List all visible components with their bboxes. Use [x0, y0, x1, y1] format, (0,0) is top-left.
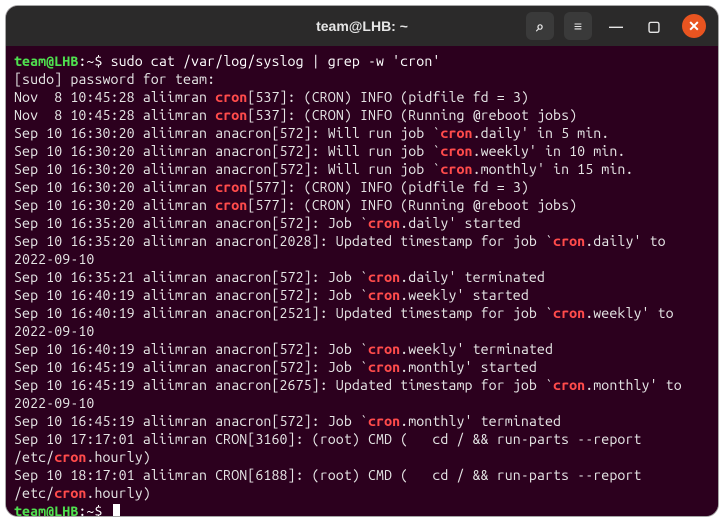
log-text: .hourly) — [86, 449, 150, 465]
log-text: Sep 10 16:30:20 aliimran anacron[572]: W… — [14, 143, 440, 159]
log-text: .weekly' terminated — [400, 341, 553, 357]
maximize-icon[interactable]: ▢ — [640, 12, 668, 40]
log-text: .daily' terminated — [400, 269, 545, 285]
prompt-userhost: team@LHB — [14, 53, 78, 69]
match-highlight: cron — [215, 89, 247, 105]
log-text: Sep 10 16:30:20 aliimran anacron[572]: W… — [14, 161, 440, 177]
log-text: Sep 10 16:40:19 aliimran anacron[572]: J… — [14, 287, 368, 303]
window-title: team@LHB: ~ — [316, 18, 408, 34]
log-text: .monthly' terminated — [400, 413, 561, 429]
prompt-dollar: $ — [94, 503, 110, 516]
log-text: Sep 10 16:45:19 aliimran anacron[572]: J… — [14, 359, 368, 375]
terminal-line: Sep 10 16:30:20 aliimran cron[577]: (CRO… — [14, 196, 710, 214]
match-highlight: cron — [368, 269, 400, 285]
log-text: Sep 10 16:40:19 aliimran anacron[572]: J… — [14, 341, 368, 357]
terminal-line: team@LHB:~$ sudo cat /var/log/syslog | g… — [14, 52, 710, 70]
log-text: [537]: (CRON) INFO (pidfile fd = 3) — [247, 89, 529, 105]
terminal-line: Sep 10 16:30:20 aliimran cron[577]: (CRO… — [14, 178, 710, 196]
log-text: Sep 10 16:40:19 aliimran anacron[2521]: … — [14, 305, 553, 321]
terminal-line: Sep 10 18:17:01 aliimran CRON[6188]: (ro… — [14, 466, 710, 502]
match-highlight: cron — [368, 215, 400, 231]
log-text: .hourly) — [86, 485, 150, 501]
terminal-line: Sep 10 17:17:01 aliimran CRON[3160]: (ro… — [14, 430, 710, 466]
terminal-line: Sep 10 16:40:19 aliimran anacron[572]: J… — [14, 340, 710, 358]
terminal-line: [sudo] password for team: — [14, 70, 710, 88]
match-highlight: cron — [368, 341, 400, 357]
match-highlight: cron — [440, 143, 472, 159]
log-text: Sep 10 16:45:19 aliimran anacron[572]: J… — [14, 413, 368, 429]
log-text: .monthly' in 15 min. — [473, 161, 634, 177]
log-text: Sep 10 16:45:19 aliimran anacron[2675]: … — [14, 377, 553, 393]
titlebar-right-controls: — ▢ ✕ — [602, 12, 712, 40]
log-text: Sep 10 16:35:20 aliimran anacron[572]: J… — [14, 215, 368, 231]
search-icon[interactable]: ⌕ — [526, 12, 554, 40]
match-highlight: cron — [440, 161, 472, 177]
log-text: Sep 10 16:35:21 aliimran anacron[572]: J… — [14, 269, 368, 285]
terminal-line: Sep 10 16:35:21 aliimran anacron[572]: J… — [14, 268, 710, 286]
titlebar-left-controls: ⌕ ≡ — [526, 12, 592, 40]
terminal-line: team@LHB:~$ — [14, 502, 710, 516]
titlebar: team@LHB: ~ ⌕ ≡ — ▢ ✕ — [6, 6, 718, 46]
terminal-line: Sep 10 16:30:20 aliimran anacron[572]: W… — [14, 160, 710, 178]
match-highlight: cron — [215, 197, 247, 213]
terminal-line: Sep 10 16:45:19 aliimran anacron[572]: J… — [14, 358, 710, 376]
log-text: [577]: (CRON) INFO (pidfile fd = 3) — [247, 179, 529, 195]
terminal-line: Sep 10 16:30:20 aliimran anacron[572]: W… — [14, 142, 710, 160]
log-text: Nov 8 10:45:28 aliimran — [14, 107, 215, 123]
match-highlight: cron — [215, 179, 247, 195]
match-highlight: cron — [553, 377, 585, 393]
minimize-icon[interactable]: — — [602, 12, 630, 40]
match-highlight: cron — [553, 305, 585, 321]
terminal-window: team@LHB: ~ ⌕ ≡ — ▢ ✕ team@LHB:~$ sudo c… — [6, 6, 718, 516]
terminal-line: Sep 10 16:45:19 aliimran anacron[2675]: … — [14, 376, 710, 412]
log-text: [537]: (CRON) INFO (Running @reboot jobs… — [247, 107, 577, 123]
log-text: Sep 10 16:30:20 aliimran — [14, 197, 215, 213]
terminal-line: Nov 8 10:45:28 aliimran cron[537]: (CRON… — [14, 106, 710, 124]
log-text: .weekly' in 10 min. — [473, 143, 626, 159]
match-highlight: cron — [553, 233, 585, 249]
match-highlight: cron — [440, 125, 472, 141]
log-text: Sep 10 16:35:20 aliimran anacron[2028]: … — [14, 233, 553, 249]
log-text: .daily' in 5 min. — [473, 125, 610, 141]
terminal-line: Sep 10 16:30:20 aliimran anacron[572]: W… — [14, 124, 710, 142]
prompt-userhost: team@LHB — [14, 503, 78, 516]
match-highlight: cron — [54, 449, 86, 465]
terminal-line: Sep 10 16:45:19 aliimran anacron[572]: J… — [14, 412, 710, 430]
terminal-line: Nov 8 10:45:28 aliimran cron[537]: (CRON… — [14, 88, 710, 106]
log-text: Sep 10 16:30:20 aliimran anacron[572]: W… — [14, 125, 440, 141]
terminal-line: Sep 10 16:40:19 aliimran anacron[2521]: … — [14, 304, 710, 340]
terminal-body[interactable]: team@LHB:~$ sudo cat /var/log/syslog | g… — [6, 46, 718, 516]
match-highlight: cron — [368, 413, 400, 429]
terminal-line: Sep 10 16:40:19 aliimran anacron[572]: J… — [14, 286, 710, 304]
log-text: .monthly' started — [400, 359, 537, 375]
log-text: Nov 8 10:45:28 aliimran — [14, 89, 215, 105]
match-highlight: cron — [54, 485, 86, 501]
menu-icon[interactable]: ≡ — [564, 12, 592, 40]
log-text: .weekly' started — [400, 287, 529, 303]
log-text: Sep 10 16:30:20 aliimran — [14, 179, 215, 195]
cursor-icon — [113, 504, 120, 516]
log-text: [577]: (CRON) INFO (Running @reboot jobs… — [247, 197, 577, 213]
match-highlight: cron — [215, 107, 247, 123]
match-highlight: cron — [368, 287, 400, 303]
prompt-dollar: $ — [94, 53, 110, 69]
command-text: sudo cat /var/log/syslog | grep -w 'cron… — [111, 53, 441, 69]
log-text: .daily' started — [400, 215, 521, 231]
match-highlight: cron — [368, 359, 400, 375]
terminal-line: Sep 10 16:35:20 aliimran anacron[572]: J… — [14, 214, 710, 232]
terminal-line: Sep 10 16:35:20 aliimran anacron[2028]: … — [14, 232, 710, 268]
close-icon[interactable]: ✕ — [682, 14, 706, 38]
